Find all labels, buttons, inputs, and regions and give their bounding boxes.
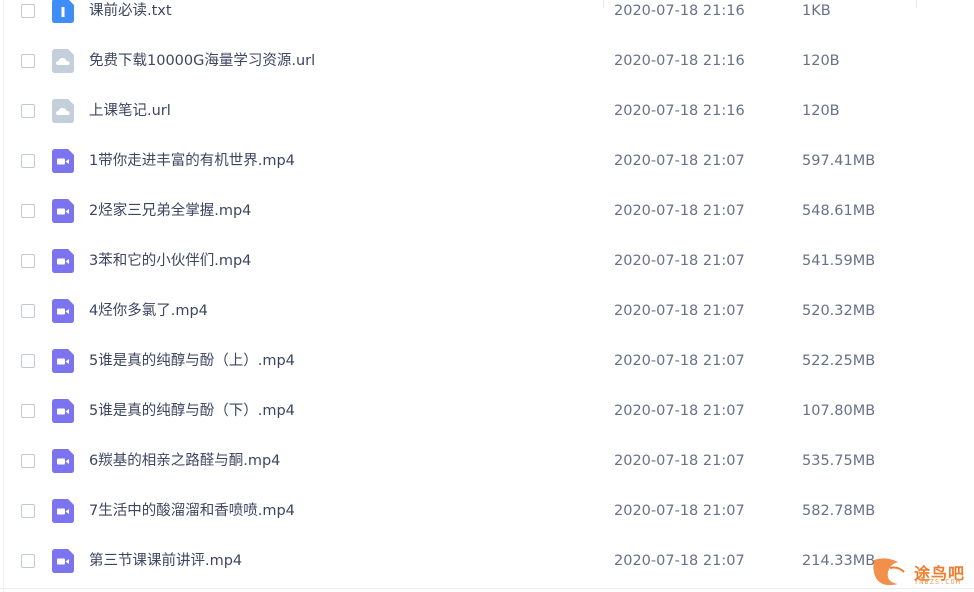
file-row[interactable]: 课前必读.txt 2020-07-18 21:16 1KB [0,0,974,36]
list-bottom-border [0,588,974,589]
file-row[interactable]: 5谁是真的纯醇与酚（上）.mp4 2020-07-18 21:07 522.25MB [0,336,974,386]
file-modified-date: 2020-07-18 21:07 [614,453,745,469]
file-modified-date: 2020-07-18 21:07 [614,203,745,219]
file-row[interactable]: 6羰基的相亲之路醛与酮.mp4 2020-07-18 21:07 535.75MB [0,436,974,486]
file-size: 1KB [802,3,831,19]
file-size: 520.32MB [802,303,876,319]
file-modified-date: 2020-07-18 21:07 [614,403,745,419]
video-file-icon [52,449,74,473]
file-name[interactable]: 课前必读.txt [89,0,172,36]
row-checkbox[interactable] [21,54,35,68]
file-name[interactable]: 7生活中的酸溜溜和香喷喷.mp4 [89,486,295,536]
file-size: 522.25MB [802,353,876,369]
file-row[interactable]: 第三节课课前讲评.mp4 2020-07-18 21:07 214.33MB [0,536,974,586]
file-row[interactable]: 4烃你多氯了.mp4 2020-07-18 21:07 520.32MB [0,286,974,336]
file-modified-date: 2020-07-18 21:07 [614,253,745,269]
row-checkbox[interactable] [21,104,35,118]
file-name[interactable]: 1带你走进丰富的有机世界.mp4 [89,136,295,186]
row-checkbox[interactable] [21,554,35,568]
file-row[interactable]: 2烃家三兄弟全掌握.mp4 2020-07-18 21:07 548.61MB [0,186,974,236]
row-checkbox[interactable] [21,204,35,218]
file-modified-date: 2020-07-18 21:07 [614,503,745,519]
file-size: 107.80MB [802,403,876,419]
file-modified-date: 2020-07-18 21:16 [614,53,745,69]
file-name[interactable]: 4烃你多氯了.mp4 [89,286,208,336]
video-file-icon [52,299,74,323]
file-name[interactable]: 6羰基的相亲之路醛与酮.mp4 [89,436,280,486]
file-name[interactable]: 免费下载10000G海量学习资源.url [89,36,315,86]
file-size: 548.61MB [802,203,876,219]
file-modified-date: 2020-07-18 21:07 [614,303,745,319]
video-file-icon [52,549,74,573]
file-name[interactable]: 上课笔记.url [89,86,171,136]
file-name[interactable]: 3苯和它的小伙伴们.mp4 [89,236,251,286]
watermark-subtitle: YNBZS.COM [914,578,961,586]
file-row[interactable]: 5谁是真的纯醇与酚（下）.mp4 2020-07-18 21:07 107.80MB [0,386,974,436]
video-file-icon [52,399,74,423]
file-name[interactable]: 第三节课课前讲评.mp4 [89,536,242,586]
file-size: 582.78MB [802,503,876,519]
video-file-icon [52,499,74,523]
row-checkbox[interactable] [21,354,35,368]
video-file-icon [52,149,74,173]
row-checkbox[interactable] [21,454,35,468]
file-size: 535.75MB [802,453,876,469]
file-size: 120B [802,103,840,119]
file-name[interactable]: 2烃家三兄弟全掌握.mp4 [89,186,251,236]
file-row[interactable]: 1带你走进丰富的有机世界.mp4 2020-07-18 21:07 597.41MB [0,136,974,186]
file-list: 课前必读.txt 2020-07-18 21:16 1KB 免费下载10000G海量学… [0,0,974,586]
row-checkbox[interactable] [21,504,35,518]
row-checkbox[interactable] [21,254,35,268]
file-size: 541.59MB [802,253,876,269]
video-file-icon [52,349,74,373]
file-modified-date: 2020-07-18 21:07 [614,553,745,569]
video-file-icon [52,199,74,223]
text-file-icon [52,0,74,23]
link-file-icon [52,99,74,123]
link-file-icon [52,49,74,73]
file-size: 597.41MB [802,153,876,169]
file-size: 120B [802,53,840,69]
video-file-icon [52,249,74,273]
file-size: 214.33MB [802,553,876,569]
file-name[interactable]: 5谁是真的纯醇与酚（下）.mp4 [89,386,295,436]
file-modified-date: 2020-07-18 21:16 [614,103,745,119]
file-modified-date: 2020-07-18 21:07 [614,153,745,169]
file-row[interactable]: 3苯和它的小伙伴们.mp4 2020-07-18 21:07 541.59MB [0,236,974,286]
file-row[interactable]: 上课笔记.url 2020-07-18 21:16 120B [0,86,974,136]
file-modified-date: 2020-07-18 21:16 [614,3,745,19]
file-row[interactable]: 7生活中的酸溜溜和香喷喷.mp4 2020-07-18 21:07 582.78MB [0,486,974,536]
row-checkbox[interactable] [21,404,35,418]
row-checkbox[interactable] [21,4,35,18]
file-name[interactable]: 5谁是真的纯醇与酚（上）.mp4 [89,336,295,386]
file-modified-date: 2020-07-18 21:07 [614,353,745,369]
row-checkbox[interactable] [21,304,35,318]
row-checkbox[interactable] [21,154,35,168]
file-row[interactable]: 免费下载10000G海量学习资源.url 2020-07-18 21:16 120B [0,36,974,86]
